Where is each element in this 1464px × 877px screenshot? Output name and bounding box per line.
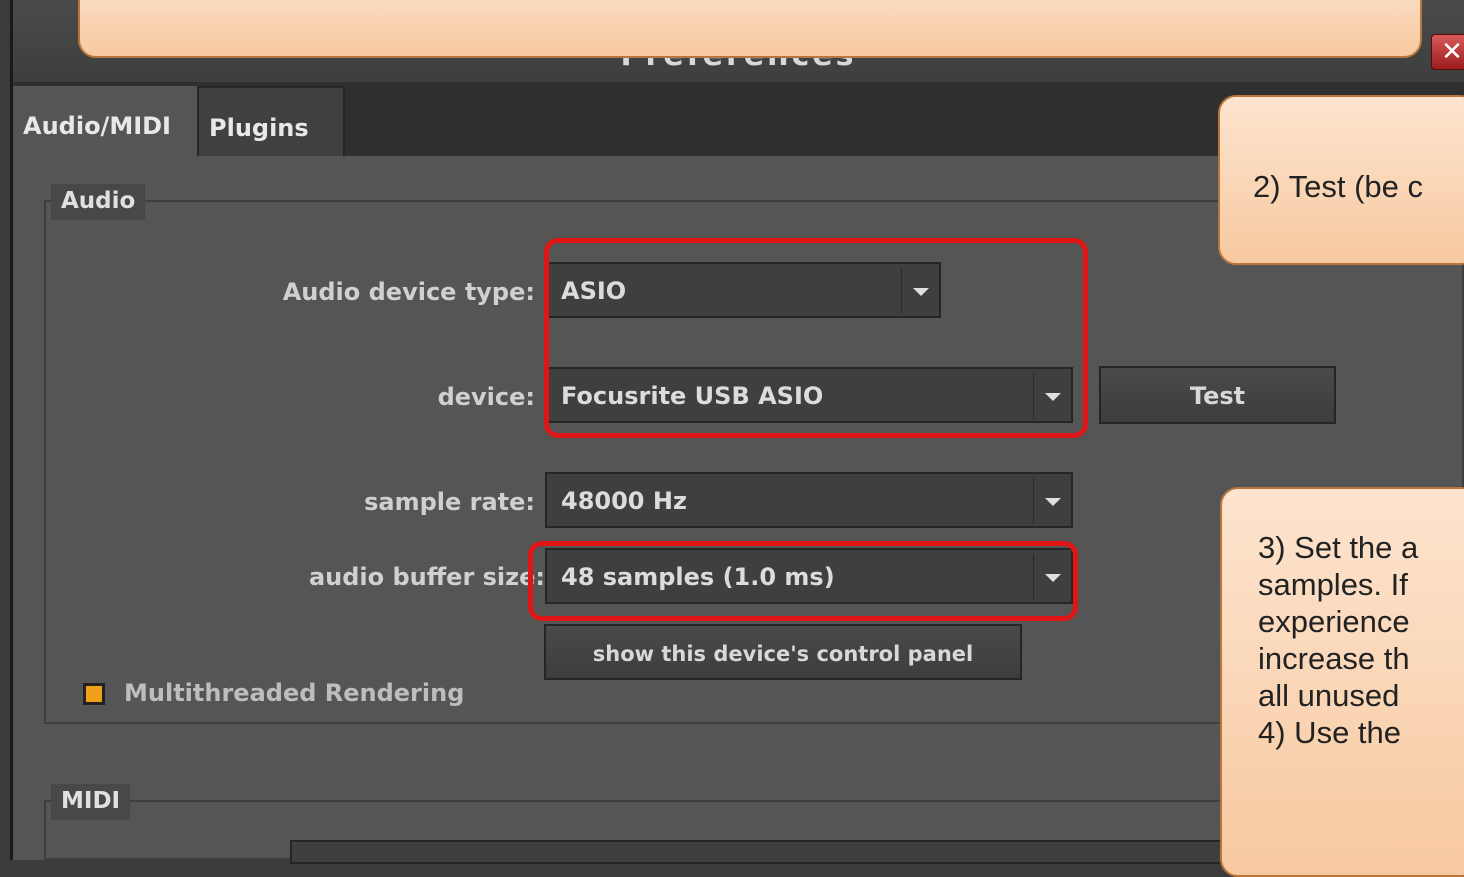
sample-rate-select[interactable]: 48000 Hz <box>545 472 1073 528</box>
callout-line: 4) Use the <box>1258 715 1402 750</box>
midi-field[interactable] <box>290 840 1254 864</box>
tab-audio-midi[interactable]: Audio/MIDI <box>13 86 197 156</box>
buffer-callout: 3) Set the a samples. If experience incr… <box>1220 487 1464 877</box>
multithread-label: Multithreaded Rendering <box>124 679 465 707</box>
top-banner-callout <box>78 0 1422 58</box>
device-label: device: <box>437 383 535 411</box>
callout-line: experience <box>1258 604 1410 639</box>
callout-line: samples. If <box>1258 567 1408 602</box>
midi-group-label: MIDI <box>51 784 131 820</box>
multithread-checkbox[interactable] <box>83 683 105 705</box>
test-callout: 2) Test (be c <box>1218 95 1464 265</box>
control-panel-button[interactable]: show this device's control panel <box>544 624 1022 680</box>
highlight-buffer-size <box>528 541 1078 621</box>
buffer-callout-text: 3) Set the a samples. If experience incr… <box>1258 529 1418 751</box>
callout-line: all unused <box>1258 678 1400 713</box>
tab-plugins[interactable]: Plugins <box>197 86 345 156</box>
callout-line: 3) Set the a <box>1258 530 1419 565</box>
close-button[interactable]: ✕ <box>1431 34 1464 70</box>
test-callout-text: 2) Test (be c <box>1253 169 1424 204</box>
sample-rate-value: 48000 Hz <box>561 487 687 515</box>
buffer-size-label: audio buffer size: <box>308 563 545 591</box>
sample-rate-label: sample rate: <box>364 488 535 516</box>
audio-group-label: Audio <box>51 184 146 220</box>
callout-line: increase th <box>1258 641 1410 676</box>
test-button[interactable]: Test <box>1099 366 1336 424</box>
highlight-device-selection <box>544 238 1088 438</box>
device-type-label: Audio device type: <box>282 278 535 306</box>
chevron-down-icon <box>1033 478 1071 524</box>
